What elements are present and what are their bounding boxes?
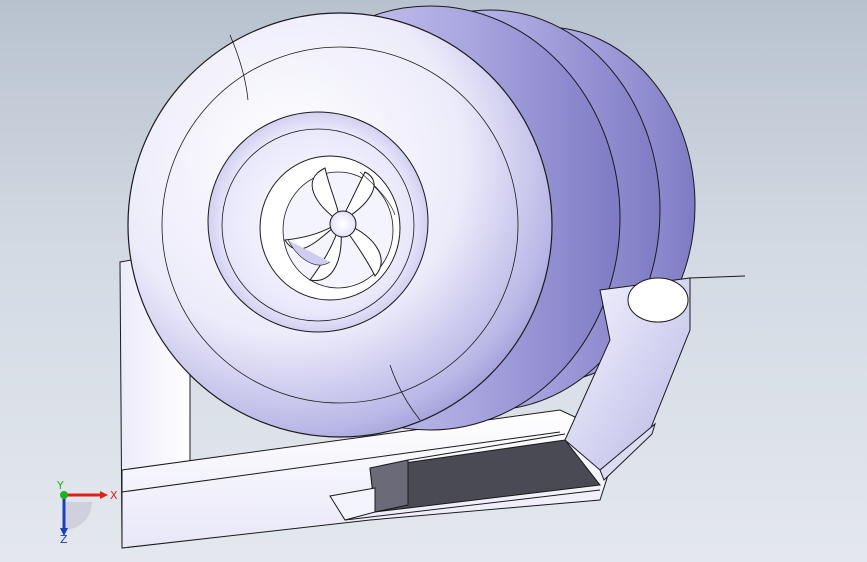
y-axis-label: Y: [56, 480, 64, 492]
x-axis-label: X: [110, 489, 118, 502]
3d-model-blower[interactable]: [0, 0, 867, 562]
y-axis-dot: [60, 491, 68, 499]
graphics-viewport[interactable]: X Y Z: [0, 0, 867, 562]
reference-triad: X Y Z: [56, 480, 118, 544]
z-axis-label: Z: [60, 533, 68, 544]
x-axis-arrow: [100, 491, 108, 499]
impeller-hub: [329, 210, 357, 238]
